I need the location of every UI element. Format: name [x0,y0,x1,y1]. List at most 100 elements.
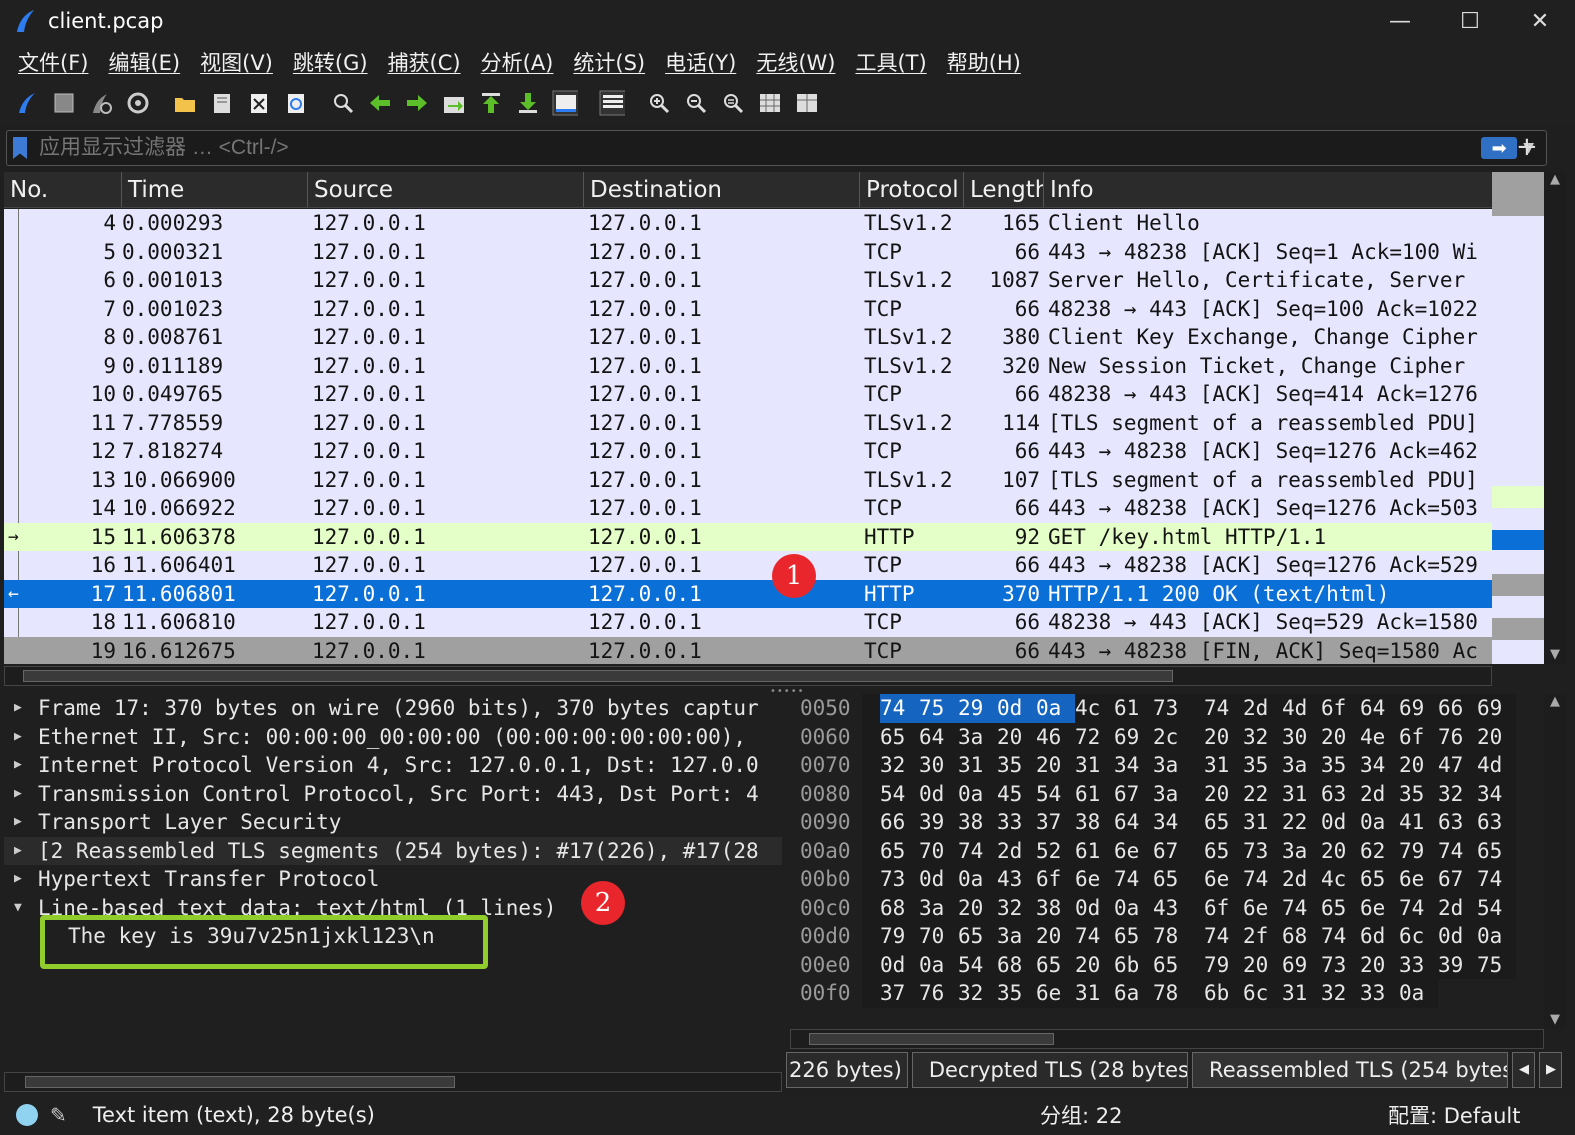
hex-byte[interactable]: 52 [1036,837,1075,866]
autoscroll-icon[interactable] [552,90,578,116]
hex-byte[interactable]: 20 [1036,922,1075,951]
hex-byte[interactable]: 0d [880,951,919,980]
hex-byte[interactable]: 6e [1360,894,1399,923]
hex-byte[interactable]: 6e [1243,894,1282,923]
collapsed-arrow-icon[interactable]: ▶ [14,694,22,723]
hex-byte[interactable]: 34 [1114,751,1153,780]
resize-columns-icon[interactable] [757,90,783,116]
hex-byte[interactable]: 67 [1153,837,1192,866]
packet-details-tree[interactable]: ▶ Frame 17: 370 bytes on wire (2960 bits)… [4,694,782,1069]
hex-byte[interactable]: 31 [1075,751,1114,780]
hex-byte[interactable]: 54 [880,780,919,809]
display-filter-input[interactable] [27,136,1482,160]
hex-byte[interactable]: 20 [1204,723,1243,752]
hex-byte[interactable]: 0a [1477,922,1516,951]
hex-byte[interactable]: 0d [1075,894,1114,923]
hex-byte[interactable]: 35 [997,751,1036,780]
hex-byte[interactable]: 6b [1114,951,1153,980]
menu-edit[interactable]: 编辑(E) [98,47,190,77]
status-profile[interactable]: 配置: Default [1388,1100,1520,1130]
hex-byte[interactable]: 0d [919,780,958,809]
tab-reassembled-tls[interactable]: Reassembled TLS (254 bytes) [1192,1052,1508,1088]
hex-byte[interactable]: 34 [1360,751,1399,780]
hex-bytes[interactable]: 54 0d 0a 45 54 61 67 3a 20 22 31 63 2d 35 32 34 [862,779,1516,809]
hex-byte[interactable]: 69 [1114,723,1153,752]
hex-byte[interactable]: 63 [1477,808,1516,837]
zoom-normal-icon[interactable] [720,90,746,116]
detail-tree-item[interactable]: ▶ Ethernet II, Src: 00:00:00_00:00:00 (00… [4,723,782,752]
hex-byte[interactable]: 3a [958,723,997,752]
packet-row[interactable]: 14 10.066922 127.0.0.1 127.0.0.1 TCP 66 443 → … [4,494,1492,523]
hex-byte[interactable]: 0a [1360,808,1399,837]
hex-byte[interactable]: 34 [1153,808,1192,837]
packet-row[interactable]: 11 7.778559 127.0.0.1 127.0.0.1 TLSv1.2 114 [T… [4,409,1492,438]
capture-comment-icon[interactable]: ✎ [50,1103,67,1127]
hex-byte[interactable]: 63 [1321,780,1360,809]
menu-analyze[interactable]: 分析(A) [471,47,564,77]
hex-byte[interactable]: 64 [1360,694,1399,723]
column-header-info[interactable]: Info [1044,172,1492,207]
column-header-protocol[interactable]: Protocol [860,172,964,207]
hex-byte[interactable]: 0a [1114,894,1153,923]
scroll-up-icon[interactable]: ▲ [1544,694,1566,709]
hex-byte[interactable]: 74 [1204,922,1243,951]
hex-byte[interactable]: 2f [1243,922,1282,951]
hex-byte[interactable]: 20 [1075,951,1114,980]
collapsed-arrow-icon[interactable]: ▶ [14,723,22,752]
hex-byte[interactable]: 38 [958,808,997,837]
hex-byte[interactable]: 74 [1321,922,1360,951]
hex-byte[interactable]: 38 [1036,894,1075,923]
go-to-packet-icon[interactable] [441,90,467,116]
hex-bytes[interactable]: 65 70 74 2d 52 61 6e 67 65 73 3a 20 62 79 74 65 [862,836,1516,866]
hex-bytes[interactable]: 66 39 38 33 37 38 64 34 65 31 22 0d 0a 41 63 63 [862,808,1516,837]
bytes-scrollbar[interactable]: ▲ ▼ [1544,694,1566,1029]
hex-byte[interactable]: 6c [1243,979,1282,1008]
column-header-time[interactable]: Time [122,172,308,207]
hex-byte[interactable]: 20 [1399,751,1438,780]
hex-byte[interactable]: 66 [1438,694,1477,723]
hex-byte[interactable]: 6a [1114,979,1153,1008]
hex-byte[interactable]: 20 [1243,951,1282,980]
hex-bytes[interactable]: 0d 0a 54 68 65 20 6b 65 79 20 69 73 20 33 39 75 [862,950,1516,980]
hex-byte[interactable]: 6f [1399,723,1438,752]
packet-list-hscrollbar[interactable] [4,666,1492,686]
maximize-icon[interactable]: ☐ [1435,0,1505,42]
hex-byte[interactable]: 20 [958,894,997,923]
hex-byte[interactable]: 0a [958,865,997,894]
menu-statistics[interactable]: 统计(S) [563,47,655,77]
hex-bytes[interactable]: 73 0d 0a 43 6f 6e 74 65 6e 74 2d 4c 65 6e 67 74 [862,865,1516,894]
expert-info-icon[interactable] [16,1103,38,1126]
hex-byte[interactable]: 3a [997,922,1036,951]
hex-byte[interactable]: 61 [1114,694,1153,723]
hex-byte[interactable]: 2c [1153,723,1192,752]
bookmark-icon[interactable] [13,137,27,159]
hex-byte[interactable]: 69 [1399,694,1438,723]
scroll-up-icon[interactable]: ▲ [1544,172,1566,187]
packet-row[interactable]: 6 0.001013 127.0.0.1 127.0.0.1 TLSv1.2 1087 Se… [4,266,1492,295]
packet-row[interactable]: 7 0.001023 127.0.0.1 127.0.0.1 TCP 66 48238 → … [4,295,1492,324]
hex-byte[interactable]: 74 [1204,694,1243,723]
hex-byte[interactable]: 3a [1153,780,1192,809]
tab-decrypted-tls[interactable]: Decrypted TLS (28 bytes) [911,1052,1189,1088]
hex-byte[interactable]: 31 [958,751,997,780]
close-file-icon[interactable] [246,90,272,116]
apply-filter-arrow-icon[interactable]: ➡ [1481,137,1518,159]
detail-tree-item[interactable]: ▶ [2 Reassembled TLS segments (254 bytes)… [4,836,782,866]
hex-byte[interactable]: 2d [1282,865,1321,894]
packet-row[interactable]: 16 11.606401 127.0.0.1 127.0.0.1 TCP 66 443 → … [4,551,1492,580]
reload-icon[interactable] [283,90,309,116]
hex-byte[interactable]: 4c [1075,694,1114,723]
hex-byte[interactable]: 79 [1204,951,1243,980]
hex-byte[interactable]: 79 [1399,837,1438,866]
hex-byte[interactable]: 0d [997,694,1036,723]
hex-byte[interactable]: 0a [958,780,997,809]
hex-byte[interactable]: 31 [1282,979,1321,1008]
hex-byte[interactable]: 34 [1477,780,1516,809]
open-folder-icon[interactable] [172,90,198,116]
collapsed-arrow-icon[interactable]: ▶ [14,837,22,866]
hex-byte[interactable]: 64 [1114,808,1153,837]
hex-byte[interactable]: 6f [1036,865,1075,894]
hex-byte[interactable]: 54 [958,951,997,980]
hex-byte[interactable]: 6f [1321,694,1360,723]
hex-byte[interactable]: 0a [1036,694,1075,723]
